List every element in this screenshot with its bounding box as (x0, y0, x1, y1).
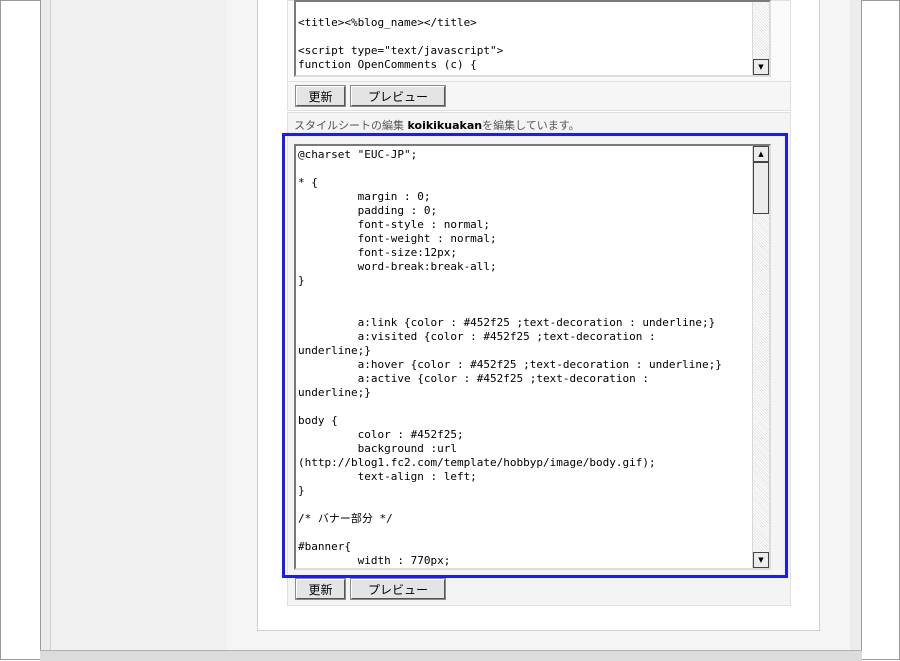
down-arrow-icon[interactable]: ▼ (753, 59, 769, 75)
bottom-edge (40, 650, 862, 661)
stylesheet-section-title: スタイルシートの編集 koikikuakanを編集しています。 (294, 117, 580, 133)
update-button-bottom[interactable]: 更新 (295, 578, 346, 600)
template-scrollbar[interactable]: ▼ (752, 2, 769, 75)
left-sidebar (50, 0, 228, 650)
preview-button[interactable]: プレビュー (350, 85, 446, 107)
template-textarea[interactable]: <title><%blog_name></title> <script type… (294, 0, 771, 77)
focus-highlight (282, 133, 788, 578)
update-button[interactable]: 更新 (295, 85, 346, 107)
title-suffix: を編集しています。 (482, 119, 580, 132)
title-prefix: スタイルシートの編集 (294, 119, 408, 132)
template-code[interactable]: <title><%blog_name></title> <script type… (298, 2, 503, 72)
preview-button-bottom[interactable]: プレビュー (350, 578, 446, 600)
blog-id: koikikuakan (407, 119, 483, 132)
